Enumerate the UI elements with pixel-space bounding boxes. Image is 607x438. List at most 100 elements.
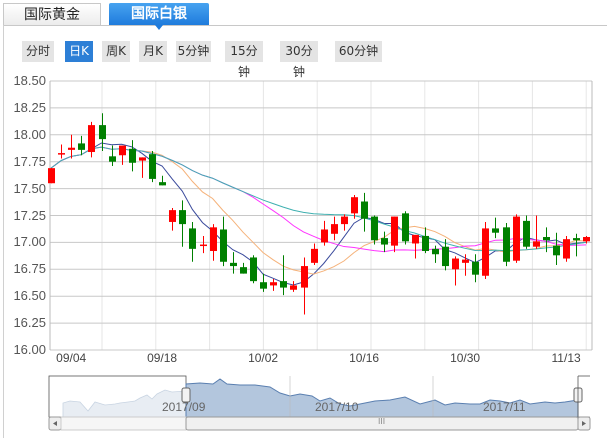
candle-body bbox=[68, 147, 75, 150]
candle-body bbox=[503, 227, 510, 262]
candle-up bbox=[341, 214, 348, 231]
candle-up bbox=[563, 235, 570, 262]
candle-body bbox=[139, 157, 146, 161]
candle-body bbox=[583, 237, 590, 242]
candle-up bbox=[482, 221, 489, 279]
candle-up bbox=[290, 281, 297, 292]
candle-body bbox=[210, 227, 217, 252]
candle-body bbox=[513, 216, 520, 261]
candle-body bbox=[321, 229, 328, 243]
candle-body bbox=[250, 257, 257, 282]
navigator-label: 2017/11 bbox=[483, 400, 526, 414]
candle-down bbox=[260, 273, 267, 292]
candle-down bbox=[523, 215, 530, 249]
candle-down bbox=[492, 217, 499, 239]
candle-up bbox=[391, 216, 398, 253]
candle-down bbox=[99, 113, 106, 151]
candle-body bbox=[99, 125, 106, 140]
candle-down bbox=[240, 262, 247, 274]
candle-down bbox=[78, 135, 85, 156]
candle-up bbox=[169, 207, 176, 231]
candle-up bbox=[412, 234, 419, 259]
candle-up bbox=[301, 257, 308, 315]
candle-down bbox=[422, 227, 429, 254]
candle-body bbox=[240, 267, 247, 274]
candle-body bbox=[351, 197, 358, 214]
candle-down bbox=[189, 221, 196, 262]
candle-body bbox=[573, 238, 580, 241]
candle-body bbox=[311, 248, 318, 263]
candle-body bbox=[563, 239, 570, 259]
candle-body bbox=[119, 145, 126, 156]
candle-body bbox=[129, 148, 136, 163]
candle-up bbox=[513, 214, 520, 263]
candle-body bbox=[260, 282, 267, 289]
candle-up bbox=[452, 256, 459, 286]
navigator-label: 2017/10 bbox=[315, 400, 359, 414]
candle-body bbox=[452, 258, 459, 270]
candle-body bbox=[230, 262, 237, 267]
candle-body bbox=[381, 238, 388, 245]
candle-down bbox=[472, 254, 479, 283]
candle-down bbox=[503, 223, 510, 267]
candle-body bbox=[290, 285, 297, 290]
scrollbar-track[interactable] bbox=[60, 416, 187, 431]
candle-up bbox=[48, 168, 55, 184]
candle-body bbox=[88, 125, 95, 153]
candle-body bbox=[331, 224, 338, 234]
candle-down bbox=[361, 192, 368, 232]
candle-body bbox=[553, 245, 560, 256]
candle-down bbox=[159, 175, 166, 186]
candle-body bbox=[58, 153, 65, 155]
candle-down bbox=[381, 231, 388, 253]
candle-body bbox=[301, 266, 308, 288]
candle-body bbox=[492, 228, 499, 233]
candle-body bbox=[412, 234, 419, 244]
candle-body bbox=[361, 201, 368, 219]
candle-body bbox=[482, 228, 489, 276]
candle-body bbox=[149, 154, 156, 179]
candle-body bbox=[523, 220, 530, 247]
candle-body bbox=[462, 259, 469, 263]
candle-body bbox=[78, 143, 85, 150]
candle-body bbox=[341, 216, 348, 225]
candle-body bbox=[159, 182, 166, 186]
candle-body bbox=[402, 213, 409, 242]
candle-down bbox=[280, 255, 287, 296]
candle-body bbox=[543, 237, 550, 241]
candle-body bbox=[169, 210, 176, 222]
candle-up bbox=[462, 254, 469, 276]
candle-body bbox=[270, 282, 277, 286]
candle-down bbox=[220, 216, 227, 267]
candle-body bbox=[422, 235, 429, 252]
candle-body bbox=[189, 228, 196, 249]
candle-body bbox=[391, 216, 398, 246]
candle-body bbox=[533, 241, 540, 247]
candle-up bbox=[200, 235, 207, 254]
candle-up bbox=[270, 278, 277, 291]
candle-body bbox=[280, 281, 287, 288]
candle-body bbox=[371, 216, 378, 241]
candle-body bbox=[179, 210, 186, 225]
candle-down bbox=[371, 215, 378, 245]
candle-body bbox=[109, 156, 116, 162]
candle-body bbox=[200, 244, 207, 247]
candle-up bbox=[58, 144, 65, 159]
navigator-label: 2017/09 bbox=[162, 400, 206, 414]
candle-body bbox=[48, 168, 55, 184]
candle-down bbox=[432, 245, 439, 263]
candle-down bbox=[553, 232, 560, 265]
candle-up bbox=[533, 215, 540, 249]
candle-down bbox=[402, 211, 409, 245]
candle-down bbox=[250, 255, 257, 284]
candle-down bbox=[230, 252, 237, 274]
candle-down bbox=[149, 150, 156, 183]
candle-body bbox=[472, 261, 479, 275]
candle-up bbox=[139, 157, 146, 178]
candle-up bbox=[331, 216, 338, 241]
scrollbar-grip: III bbox=[378, 417, 386, 426]
candle-up bbox=[321, 220, 328, 246]
candle-body bbox=[220, 229, 227, 262]
candle-up bbox=[210, 224, 217, 261]
candle-down bbox=[129, 140, 136, 172]
